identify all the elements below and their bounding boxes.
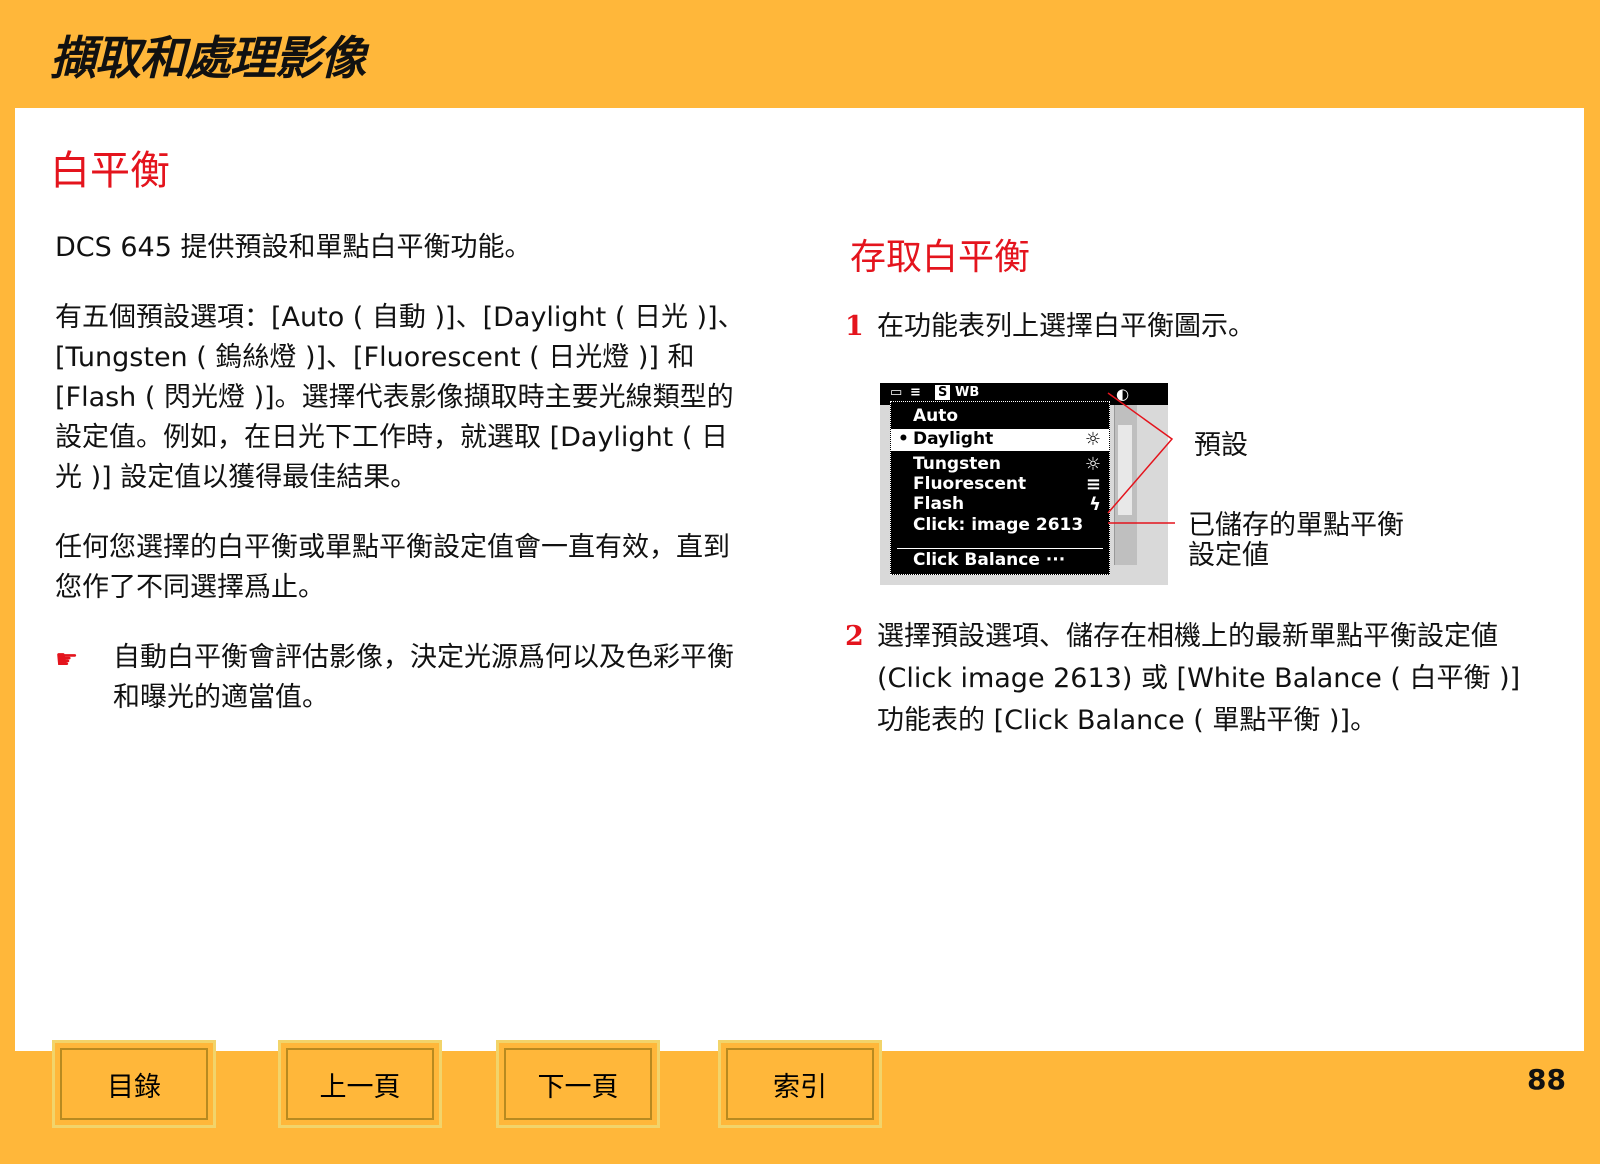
presets-paragraph: 有五個預設選項：[Auto ( 自動 )]、[Daylight ( 日光 )]、… [55,302,745,493]
step-1: 1 在功能表列上選擇白平衡圖示。 [845,306,1545,348]
step-text: 在功能表列上選擇白平衡圖示。 [877,311,1255,342]
step-text: 選擇預設選項、儲存在相機上的最新單點平衡設定値 (Click image 261… [877,621,1521,736]
index-button[interactable]: 索引 [718,1040,882,1128]
intro-paragraph: DCS 645 提供預設和單點白平衡功能。 [55,232,532,263]
chapter-title: 擷取和處理影像 [50,31,366,85]
persistence-paragraph: 任何您選擇的白平衡或單點平衡設定值會一直有效，直到您作了不同選擇爲止。 [55,532,730,603]
page-content: 白平衡 DCS 645 提供預設和單點白平衡功能。 有五個預設選項：[Auto … [15,108,1584,1051]
tip-note: ☛ 自動白平衡會評估影像，決定光源爲何以及色彩平衡和曝光的適當值。 [55,638,745,718]
toc-button[interactable]: 目錄 [52,1040,216,1128]
subsection-title: 存取白平衡 [850,237,1031,278]
section-title: 白平衡 [50,148,170,194]
pointing-hand-icon: ☛ [55,645,79,675]
tip-text: 自動白平衡會評估影像，決定光源爲何以及色彩平衡和曝光的適當值。 [113,642,734,713]
left-column: DCS 645 提供預設和單點白平衡功能。 有五個預設選項：[Auto ( 自動… [55,228,745,718]
step-number: 1 [845,311,864,342]
step-2: 2 選擇預設選項、儲存在相機上的最新單點平衡設定値 (Click image 2… [845,616,1545,742]
step-number: 2 [845,621,864,652]
previous-page-button[interactable]: 上一頁 [278,1040,442,1128]
next-page-button[interactable]: 下一頁 [496,1040,660,1128]
callout-presets: 預設 [1194,430,1248,461]
callout-saved-click: 已儲存的單點平衡設定値 [1188,510,1404,571]
page-number: 88 [1527,1063,1566,1096]
white-balance-menu-figure: ▭ ≡ S WB ◐ Auto • Daylight ☼ Tungsten ☼ [880,383,1440,598]
